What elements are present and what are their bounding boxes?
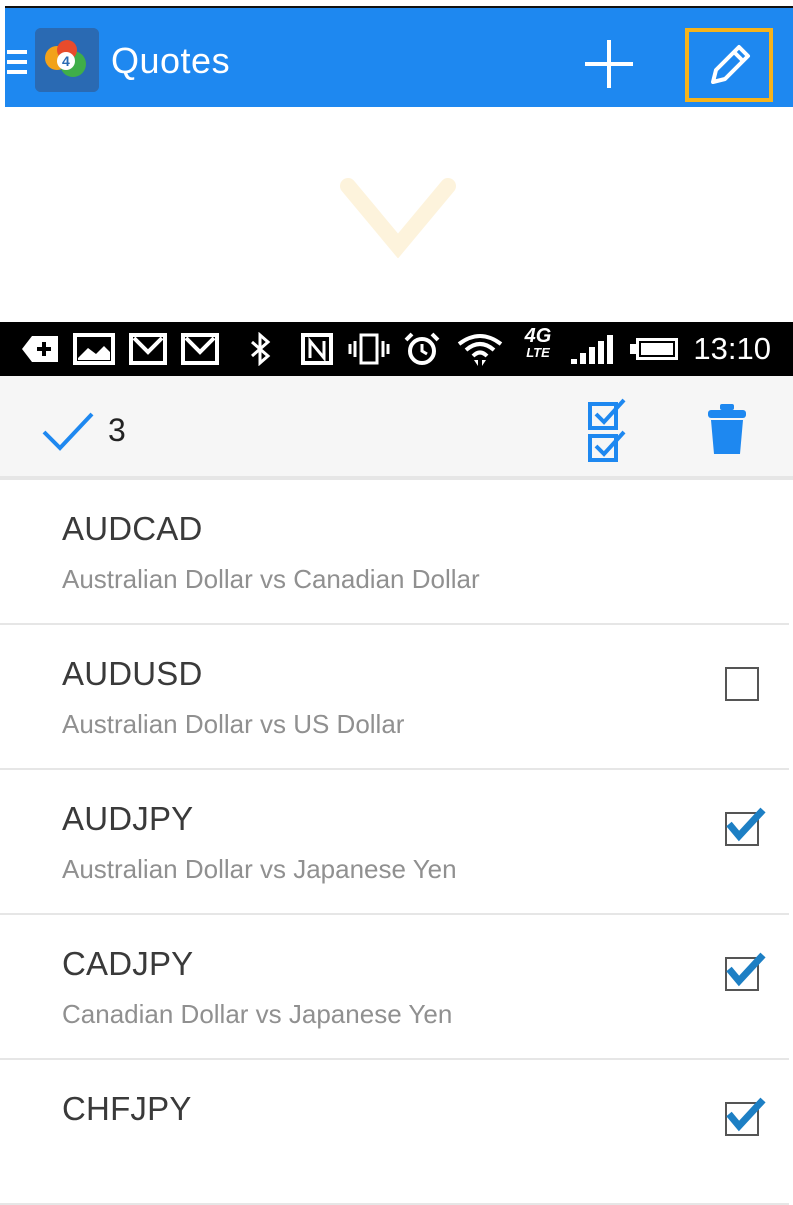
list-item[interactable]: AUDCAD Australian Dollar vs Canadian Dol… (0, 480, 789, 625)
selected-count: 3 (108, 412, 126, 448)
symbol-description: Australian Dollar vs US Dollar (62, 709, 405, 739)
symbol-name: CHFJPY (62, 1090, 192, 1127)
battery-icon (630, 338, 678, 360)
svg-text:4: 4 (62, 53, 70, 69)
trash-icon[interactable] (706, 404, 748, 456)
checkmark-icon (726, 952, 766, 987)
add-symbol-button[interactable] (581, 36, 637, 92)
status-bar: 4G LTE 13:10 (0, 322, 793, 376)
checkmark-icon (726, 1097, 766, 1132)
checkmark-icon (726, 807, 766, 842)
app-bar: 4 Quotes (5, 6, 793, 107)
edit-button[interactable] (685, 28, 773, 102)
app-logo-icon: 4 (35, 28, 99, 92)
row-checkbox[interactable] (723, 952, 766, 995)
gmail-icon (129, 333, 167, 365)
gmail-icon (181, 333, 219, 365)
row-checkbox[interactable] (723, 1097, 766, 1140)
vibrate-icon (348, 333, 390, 365)
row-checkbox[interactable] (723, 807, 766, 850)
pencil-icon (711, 45, 750, 84)
symbol-description: Australian Dollar vs Canadian Dollar (62, 564, 480, 594)
list-item[interactable]: AUDUSD Australian Dollar vs US Dollar (0, 625, 789, 770)
page-title: Quotes (111, 40, 231, 81)
symbol-description: Canadian Dollar vs Japanese Yen (62, 999, 453, 1029)
check-icon[interactable] (40, 408, 96, 454)
alarm-icon (404, 332, 440, 365)
nfc-icon (301, 333, 333, 365)
quotes-list: AUDCAD Australian Dollar vs Canadian Dol… (0, 480, 793, 1205)
bluetooth-icon (251, 332, 271, 366)
image-icon (73, 333, 115, 365)
wifi-icon (457, 334, 503, 366)
symbol-name: AUDCAD (62, 510, 203, 547)
symbol-description: Australian Dollar vs Japanese Yen (62, 854, 457, 884)
select-all-icon[interactable] (586, 398, 628, 464)
status-time: 13:10 (693, 331, 771, 366)
signal-icon (571, 335, 613, 364)
selection-action-bar: 3 (0, 376, 793, 480)
network-icon: 4G LTE (524, 325, 552, 360)
symbol-name: AUDUSD (62, 655, 203, 692)
list-item[interactable]: AUDJPY Australian Dollar vs Japanese Yen (0, 770, 789, 915)
symbol-name: CADJPY (62, 945, 194, 982)
chevron-down-icon (340, 178, 456, 258)
row-checkbox[interactable] (723, 665, 763, 705)
list-item[interactable]: CADJPY Canadian Dollar vs Japanese Yen (0, 915, 789, 1060)
symbol-name: AUDJPY (62, 800, 194, 837)
plus-icon (585, 40, 633, 88)
add-icon (22, 336, 58, 362)
list-item[interactable]: CHFJPY (0, 1060, 789, 1205)
menu-icon[interactable] (7, 50, 31, 78)
